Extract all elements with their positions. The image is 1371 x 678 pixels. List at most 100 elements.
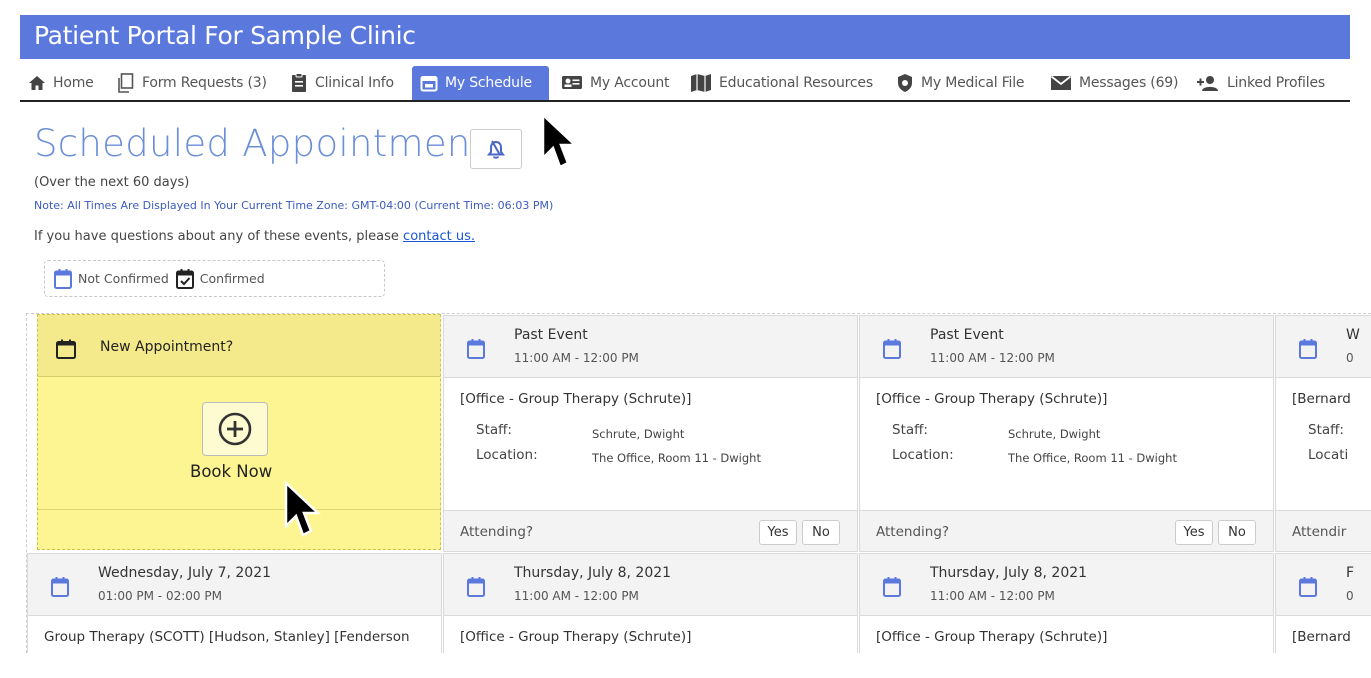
appointment-description: [Bernard	[1292, 629, 1351, 645]
attending-footer: Attendir	[1276, 510, 1371, 551]
legend-not-confirmed-label: Not Confirmed	[78, 271, 169, 286]
appointment-header: Wednesday, July 7, 2021 01:00 PM - 02:00…	[28, 554, 441, 616]
nav-my-schedule[interactable]: My Schedule	[412, 66, 549, 100]
attending-no-button[interactable]: No	[802, 520, 840, 545]
location-label: Location:	[476, 447, 538, 463]
plus-circle-icon	[218, 412, 252, 446]
nav-messages[interactable]: Messages (69)	[1050, 66, 1178, 100]
appointment-title: Past Event	[514, 327, 588, 343]
calendar-not-confirmed-icon	[467, 577, 485, 597]
appointment-title: W	[1346, 327, 1360, 343]
appointment-date: Thursday, July 8, 2021	[930, 565, 1088, 581]
attending-no-button[interactable]: No	[1218, 520, 1256, 545]
nav-form-requests[interactable]: Form Requests (3)	[117, 66, 267, 100]
appointment-title: Past Event	[930, 327, 1004, 343]
calendar-not-confirmed-icon	[883, 577, 901, 597]
location-label: Locati	[1308, 447, 1349, 463]
legend-confirmed-label: Confirmed	[199, 271, 265, 286]
appointment-header: F 0	[1276, 554, 1371, 616]
appointment-header: Past Event 11:00 AM - 12:00 PM	[444, 316, 857, 378]
appointment-date: F	[1346, 565, 1355, 581]
nav-label: Form Requests (3)	[142, 75, 267, 91]
page-title: Scheduled Appointments	[34, 122, 506, 165]
location-label: Location:	[892, 447, 954, 463]
nav-educational-resources[interactable]: Educational Resources	[690, 66, 873, 100]
form-requests-icon	[118, 73, 134, 93]
nav-label: My Account	[590, 75, 670, 91]
nav-label: Linked Profiles	[1227, 75, 1325, 91]
appointment-time: 11:00 AM - 12:00 PM	[930, 351, 1055, 365]
appointment-description: [Office - Group Therapy (Schrute)]	[460, 391, 692, 407]
appointment-description: [Bernard	[1292, 391, 1351, 407]
appointment-description: [Office - Group Therapy (Schrute)]	[876, 391, 1108, 407]
calendar-not-confirmed-icon	[51, 577, 69, 597]
staff-label: Staff:	[892, 422, 928, 438]
clinical-info-icon	[292, 73, 306, 92]
calendar-not-confirmed-icon	[54, 268, 72, 289]
appointments-grid: New Appointment? Book Now Past Event 11:…	[26, 313, 1371, 653]
appointment-time: 01:00 PM - 02:00 PM	[98, 589, 222, 603]
main-nav: Home Form Requests (3) Clinical Info My …	[20, 66, 1350, 102]
calendar-not-confirmed-icon	[883, 339, 901, 359]
app-title: Patient Portal For Sample Clinic	[34, 21, 416, 50]
attending-footer: Attending? Yes No	[860, 510, 1273, 551]
appointment-header: Thursday, July 8, 2021 11:00 AM - 12:00 …	[860, 554, 1273, 616]
nav-label: Messages (69)	[1079, 75, 1179, 91]
nav-home[interactable]: Home	[28, 66, 94, 100]
nav-label: My Schedule	[445, 75, 532, 91]
nav-label: Home	[53, 75, 94, 91]
appointment-description: [Office - Group Therapy (Schrute)]	[460, 629, 692, 645]
contact-us-link[interactable]: contact us.	[403, 229, 475, 244]
nav-my-account[interactable]: My Account	[561, 66, 670, 100]
appointment-time: 0	[1346, 589, 1354, 603]
reminder-settings-button[interactable]	[470, 129, 522, 169]
mouse-cursor-icon	[284, 480, 322, 537]
status-legend: Not Confirmed Confirmed	[44, 260, 385, 297]
attending-yes-button[interactable]: Yes	[1175, 520, 1213, 545]
attending-footer: Attending? Yes No	[444, 510, 857, 551]
appointment-description: [Office - Group Therapy (Schrute)]	[876, 629, 1108, 645]
staff-value: Schrute, Dwight	[1008, 427, 1101, 441]
timezone-note: Note: All Times Are Displayed In Your Cu…	[34, 199, 554, 212]
book-now-label[interactable]: Book Now	[190, 462, 272, 481]
staff-label: Staff:	[476, 422, 512, 438]
location-value: The Office, Room 11 - Dwight	[1008, 451, 1177, 465]
appointment-card: F 0 [Bernard	[1275, 553, 1371, 653]
nav-clinical-info[interactable]: Clinical Info	[290, 66, 394, 100]
nav-linked-profiles[interactable]: Linked Profiles	[1196, 66, 1325, 100]
alarm-bell-icon	[486, 140, 506, 159]
questions-prefix: If you have questions about any of these…	[34, 229, 399, 244]
location-value: The Office, Room 11 - Dwight	[592, 451, 761, 465]
account-card-icon	[562, 76, 582, 89]
appointment-card: Past Event 11:00 AM - 12:00 PM [Office -…	[859, 315, 1274, 552]
map-book-icon	[691, 74, 711, 92]
staff-label: Staff:	[1308, 422, 1344, 438]
attending-yes-button[interactable]: Yes	[759, 520, 797, 545]
appointment-card: Thursday, July 8, 2021 11:00 AM - 12:00 …	[859, 553, 1274, 653]
nav-my-medical-file[interactable]: My Medical File	[896, 66, 1025, 100]
appointment-card: Thursday, July 8, 2021 11:00 AM - 12:00 …	[443, 553, 858, 653]
nav-label: Educational Resources	[719, 75, 873, 91]
appointment-header: W 0	[1276, 316, 1371, 378]
staff-value: Schrute, Dwight	[592, 427, 685, 441]
book-now-button[interactable]	[202, 402, 268, 456]
calendar-outline-icon	[56, 339, 76, 359]
home-icon	[29, 76, 45, 90]
mouse-cursor-icon	[541, 112, 579, 169]
appointment-card: Past Event 11:00 AM - 12:00 PM [Office -…	[443, 315, 858, 552]
appointment-card: W 0 [Bernard Staff: Locati Attendir	[1275, 315, 1371, 552]
nav-label: Clinical Info	[315, 75, 394, 91]
appointment-time: 11:00 AM - 12:00 PM	[514, 351, 639, 365]
app-header: Patient Portal For Sample Clinic	[20, 15, 1350, 59]
new-appointment-card[interactable]: New Appointment? Book Now	[37, 314, 441, 550]
new-appointment-header: New Appointment?	[38, 315, 440, 377]
appointment-date: Wednesday, July 7, 2021	[98, 565, 272, 581]
appointment-time: 11:00 AM - 12:00 PM	[514, 589, 639, 603]
appointment-header: Thursday, July 8, 2021 11:00 AM - 12:00 …	[444, 554, 857, 616]
envelope-icon	[1050, 75, 1072, 90]
shield-icon	[898, 74, 912, 92]
appointment-time: 0	[1346, 351, 1354, 365]
date-range-subtitle: (Over the next 60 days)	[34, 175, 190, 190]
questions-text: If you have questions about any of these…	[34, 229, 475, 244]
appointment-time: 11:00 AM - 12:00 PM	[930, 589, 1055, 603]
